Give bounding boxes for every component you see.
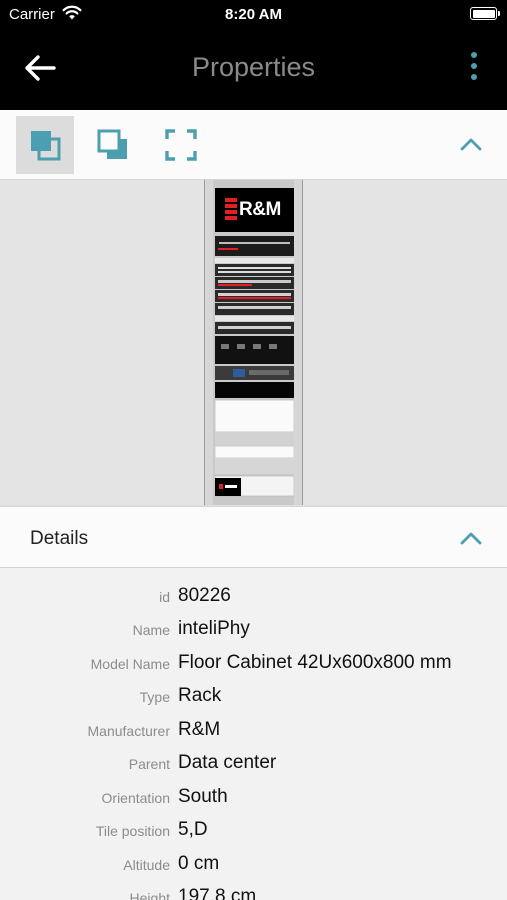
blank-panel <box>215 399 294 433</box>
server-unit <box>215 336 294 364</box>
property-value: R&M <box>178 719 221 740</box>
property-row: Tile position 5,D <box>0 814 507 847</box>
details-section-header[interactable]: Details <box>0 506 507 568</box>
property-label: Altitude <box>123 857 170 873</box>
rack-rail-left <box>205 180 213 505</box>
property-label: Model Name <box>90 656 170 672</box>
fullscreen-icon <box>165 129 197 161</box>
property-label: Tile position <box>95 823 170 839</box>
switch-unit <box>215 236 294 256</box>
property-row: id 80226 <box>0 580 507 613</box>
rack-viewer[interactable]: R&M <box>0 180 507 506</box>
property-row: Type Rack <box>0 680 507 713</box>
front-view-button[interactable] <box>16 116 74 174</box>
cable-manager <box>215 316 294 321</box>
property-row: Name inteliPhy <box>0 613 507 646</box>
more-options-button[interactable] <box>469 52 479 84</box>
property-row: Model Name Floor Cabinet 42Ux600x800 mm <box>0 647 507 680</box>
property-row: Parent Data center <box>0 747 507 780</box>
property-label: Type <box>139 689 170 705</box>
property-value: Floor Cabinet 42Ux600x800 mm <box>178 652 452 673</box>
status-bar: Carrier 8:20 AM <box>0 0 507 28</box>
property-label: Name <box>132 622 170 638</box>
app-header: Carrier 8:20 AM Properties <box>0 0 507 110</box>
blank-panel <box>215 458 294 474</box>
properties-list: id 80226 Name inteliPhy Model Name Floor… <box>0 568 507 900</box>
property-value: 5,D <box>178 819 208 840</box>
blank-panel <box>215 432 294 446</box>
property-row: Orientation South <box>0 781 507 814</box>
server-unit <box>215 382 294 398</box>
battery-icon <box>470 7 500 20</box>
fullscreen-button[interactable] <box>152 116 210 174</box>
rack-logo-panel: R&M <box>215 188 294 232</box>
property-value: inteliPhy <box>178 618 250 639</box>
details-title: Details <box>30 528 89 549</box>
front-view-icon <box>31 131 61 161</box>
property-value: Rack <box>178 685 222 706</box>
property-value: South <box>178 786 228 807</box>
status-time: 8:20 AM <box>225 6 282 23</box>
rack-equipment <box>215 236 294 497</box>
property-row: Height 197.8 cm <box>0 881 507 900</box>
rack-rail-right <box>294 180 302 505</box>
property-value: 0 cm <box>178 853 220 874</box>
chevron-up-icon <box>460 138 482 151</box>
property-row: Altitude 0 cm <box>0 848 507 881</box>
property-label: Manufacturer <box>87 723 170 739</box>
rack-logo-text: R&M <box>239 199 281 220</box>
property-label: Orientation <box>101 790 170 806</box>
property-label: id <box>159 589 170 605</box>
rack-cabinet[interactable]: R&M <box>204 180 303 505</box>
property-value: Data center <box>178 752 277 773</box>
details-collapse-button[interactable] <box>459 526 483 550</box>
property-label: Parent <box>128 756 170 772</box>
blank-panel <box>215 445 294 459</box>
patch-panel <box>215 264 294 276</box>
property-value: 197.8 cm <box>178 886 257 900</box>
toolbar-collapse-button[interactable] <box>459 132 483 156</box>
view-toolbar <box>0 110 507 180</box>
chevron-up-icon <box>460 532 482 545</box>
more-vertical-icon <box>471 52 477 58</box>
property-value: 80226 <box>178 585 231 606</box>
rm-logo-icon <box>225 198 237 220</box>
cable-manager <box>215 258 294 263</box>
property-row: Manufacturer R&M <box>0 714 507 747</box>
property-label: Height <box>129 890 170 900</box>
rear-view-button[interactable] <box>84 116 142 174</box>
rear-view-icon <box>97 129 127 159</box>
page-title: Properties <box>191 52 316 82</box>
